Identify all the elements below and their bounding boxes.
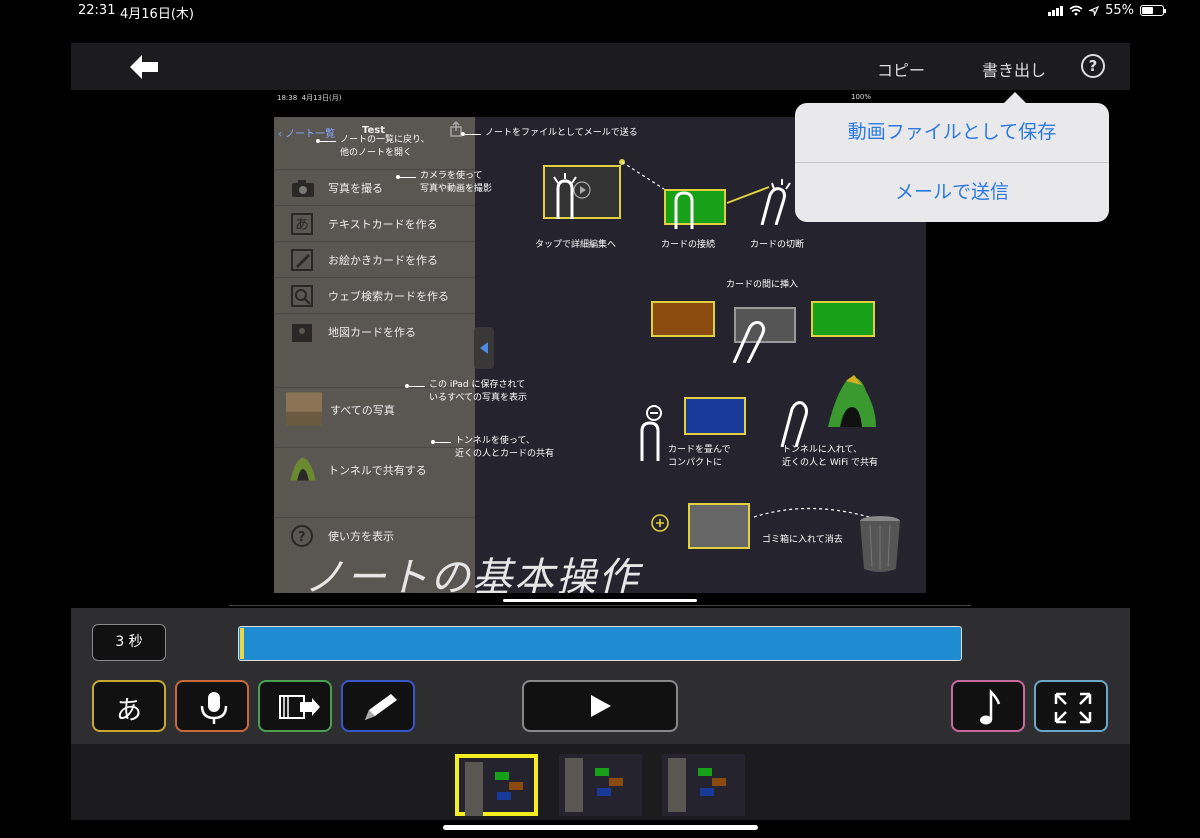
label-tunnel-share: トンネルに入れて、 近くの人と WiFi で共有 [782,445,878,468]
copy-button[interactable]: コピー [877,57,925,81]
export-button[interactable]: 書き出し [982,57,1046,81]
play-button[interactable] [522,680,678,732]
slide-big-title: ノートの基本操作 [304,555,640,593]
finger-connect-icon [674,191,694,229]
callout-share: ノートをファイルとしてメールで送る [461,128,638,138]
status-date: 4月16日(木) [120,7,194,22]
wifi-icon [1069,5,1083,16]
transition-tool-button[interactable] [258,680,332,732]
label-insert: カードの間に挿入 [726,280,799,290]
status-indicators: 55% [1048,3,1166,18]
text-tool-button[interactable]: あ [92,680,166,732]
preview-status-battery: 100% [851,93,872,101]
status-bar: 22:31 4月16日(木) 55% [0,0,1200,22]
edit-panel: 3 秒 あ [71,608,1130,744]
demo-card-trash [688,503,750,549]
battery-icon [1140,5,1166,16]
play-icon [591,695,611,717]
plus-circle-icon [651,514,669,532]
tunnel-mountain-icon [828,375,876,427]
preview-home-indicator [503,599,697,602]
back-arrow-icon[interactable] [128,54,160,80]
status-time: 22:31 [78,3,116,18]
svg-text:?: ? [298,530,306,545]
finger-cut-icon [760,179,791,225]
location-icon [1089,5,1100,16]
finger-tap-icon [553,173,577,219]
label-tap-edit: タップで詳細編集へ [535,240,617,250]
demo-card-brown [651,301,715,337]
send-by-email-option[interactable]: メールで送信 [795,163,1109,222]
text-tool-label: あ [115,696,142,726]
battery-percent: 55% [1105,3,1134,18]
preview-item-map: 地図カードを作る [274,313,475,349]
preview-item-tunnel: トンネルで共有する [274,447,475,491]
finger-insert-icon [732,321,766,363]
demo-card-blue [684,397,746,435]
slide-thumbnail[interactable] [455,754,538,816]
slide-thumbnail-strip [71,744,1130,820]
label-cut: カードの切断 [750,240,805,250]
callout-photos: この iPad に保存されて いるすべての写真を表示 [404,380,528,403]
timeline-bar[interactable] [238,626,962,661]
label-connect: カードの接続 [661,240,716,250]
duration-button[interactable]: 3 秒 [92,624,166,661]
tunnel-icon [290,457,316,481]
preview-item-draw: お絵かきカードを作る [274,241,475,277]
music-note-icon [980,688,1001,725]
fullscreen-button[interactable] [1034,680,1108,732]
voice-tool-button[interactable] [175,680,249,732]
cellular-signal-icon [1048,5,1064,16]
preview-status-time: 18:38 4月13日(月) [277,94,342,102]
callout-back: ノートの一覧に戻り、 他のノートを開く [316,135,430,158]
preview-item-text: あ テキストカードを作る [274,205,475,241]
help-button[interactable]: ? [1081,54,1105,78]
music-button[interactable] [951,680,1025,732]
label-stack: カードを畳んで コンパクトに [668,445,731,468]
finger-stack-icon [640,405,662,461]
save-as-video-option[interactable]: 動画ファイルとして保存 [795,103,1109,162]
draw-tool-button[interactable] [341,680,415,732]
fullscreen-icon [1054,692,1092,724]
finger-tunnel-icon [780,401,808,447]
microphone-icon [200,692,228,724]
export-menu-popover: 動画ファイルとして保存 メールで送信 [795,92,1109,222]
text-a-icon: あ [291,213,313,235]
label-trash: ゴミ箱に入れて消去 [762,535,843,545]
preview-divider [229,605,971,606]
pencil-icon [365,694,397,720]
connection-line [619,159,770,204]
map-icon [292,324,312,342]
top-toolbar: コピー 書き出し ? [71,43,1130,90]
pencil-icon [291,249,313,271]
preview-nav-back: ‹ ノート一覧 [278,129,336,140]
home-indicator[interactable] [443,825,758,830]
svg-text:あ: あ [295,217,309,233]
trash-can-icon [860,516,900,572]
demo-card-green-2 [811,301,875,337]
preview-item-web: ウェブ検索カードを作る [274,277,475,313]
search-icon [291,285,313,307]
slide-thumbnail[interactable] [559,754,642,816]
transition-icon [279,695,320,719]
callout-tunnel: トンネルを使って、 近くの人とカードの共有 [430,436,555,459]
slide-thumbnail[interactable] [662,754,745,816]
photo-icon [286,392,322,426]
preview-collapse-icon [474,327,494,369]
callout-camera: カメラを使って 写真や動画を撮影 [395,171,493,194]
camera-icon [292,180,314,197]
